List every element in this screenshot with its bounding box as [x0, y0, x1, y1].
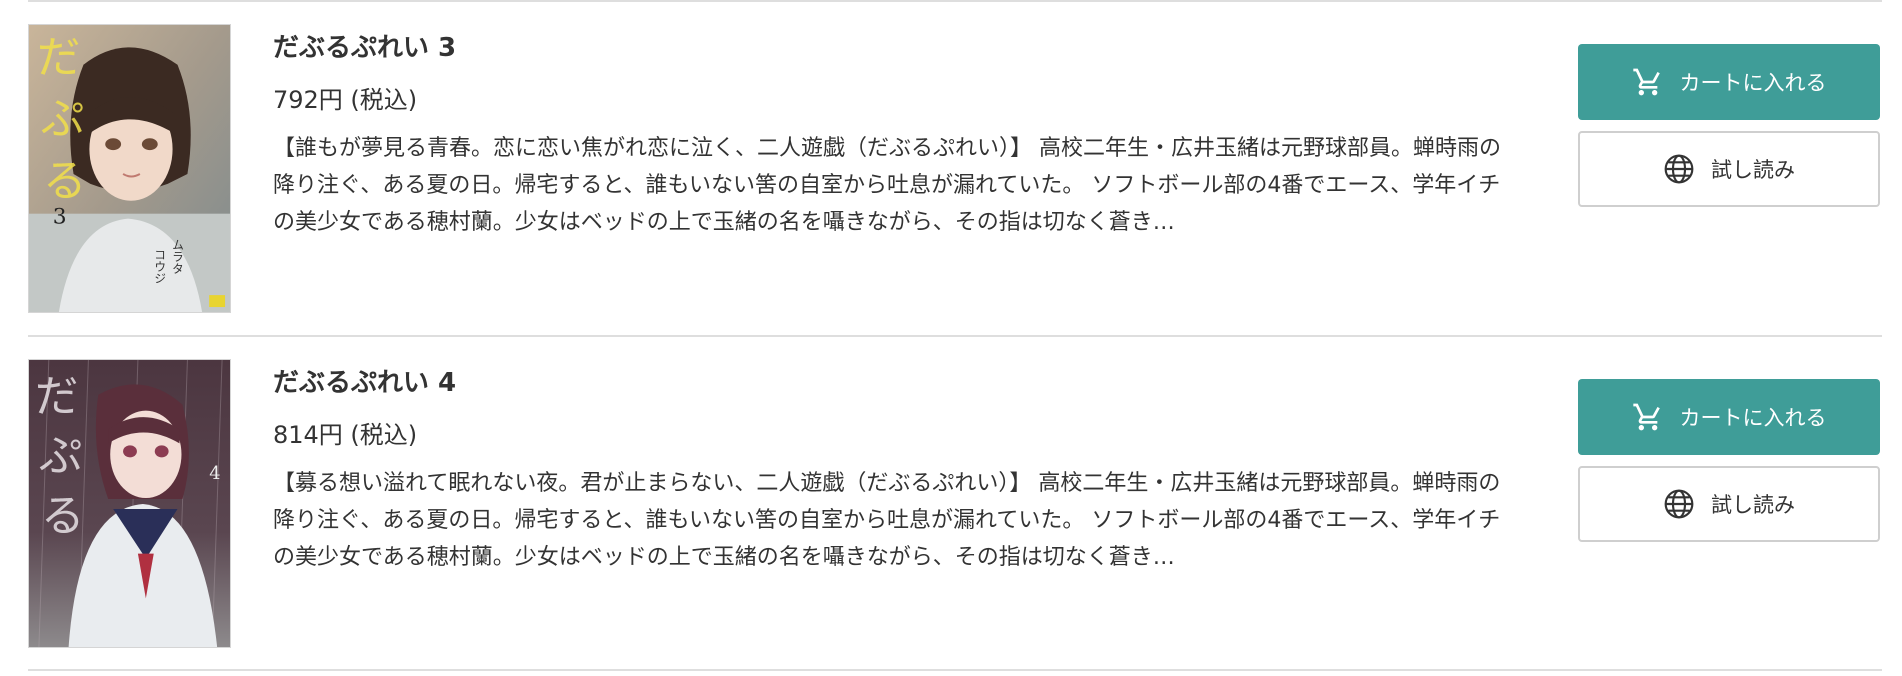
trial-read-button[interactable]: 試し読み [1578, 131, 1880, 207]
add-to-cart-button[interactable]: カートに入れる [1578, 44, 1880, 120]
cover-volume-number: 4 [209, 463, 220, 484]
svg-text:ムラタ: ムラタ [171, 239, 185, 275]
product-price: 792円 (税込) [273, 86, 418, 114]
book-cover-image[interactable]: だ ぷ る 3 ムラタ コウジ [28, 24, 231, 313]
cart-icon [1632, 401, 1664, 433]
svg-text:ぷ: ぷ [41, 95, 85, 145]
add-to-cart-label: カートに入れる [1679, 71, 1827, 95]
globe-icon [1663, 488, 1695, 520]
product-title[interactable]: だぶるぷれい 4 [273, 363, 1533, 403]
svg-text:ぷ: ぷ [39, 432, 83, 482]
globe-icon [1663, 153, 1695, 185]
svg-text:コウジ: コウジ [153, 248, 167, 284]
product-price: 814円 (税込) [273, 421, 418, 449]
trial-read-button[interactable]: 試し読み [1578, 466, 1880, 542]
product-title[interactable]: だぶるぷれい 3 [273, 28, 1533, 68]
product-row: だ ぷ る 3 ムラタ コウジ だぶるぷれい 3 792円 (税込) 【誰もが夢… [0, 2, 1902, 336]
trial-read-label: 試し読み [1711, 158, 1795, 182]
svg-text:だ: だ [35, 373, 79, 423]
add-to-cart-button[interactable]: カートに入れる [1578, 379, 1880, 455]
svg-text:る: る [43, 157, 87, 207]
trial-read-label: 試し読み [1711, 493, 1795, 517]
cover-volume-number: 3 [53, 205, 67, 230]
svg-text:だ: だ [37, 34, 81, 84]
product-row: だ ぷ る 4 だぶるぷれい 4 814円 (税込) 【募る想い溢れて眠れない夜… [0, 337, 1902, 671]
svg-text:る: る [41, 492, 85, 542]
cart-icon [1632, 66, 1664, 98]
product-description: 【誰もが夢見る青春。恋に恋い焦がれ恋に泣く、二人遊戯（だぶるぷれい）】 高校二年… [273, 136, 1501, 235]
add-to-cart-label: カートに入れる [1679, 406, 1827, 430]
divider [28, 669, 1882, 671]
book-cover-image[interactable]: だ ぷ る 4 [28, 359, 231, 648]
product-description: 【募る想い溢れて眠れない夜。君が止まらない、二人遊戯（だぶるぷれい）】 高校二年… [273, 471, 1501, 570]
